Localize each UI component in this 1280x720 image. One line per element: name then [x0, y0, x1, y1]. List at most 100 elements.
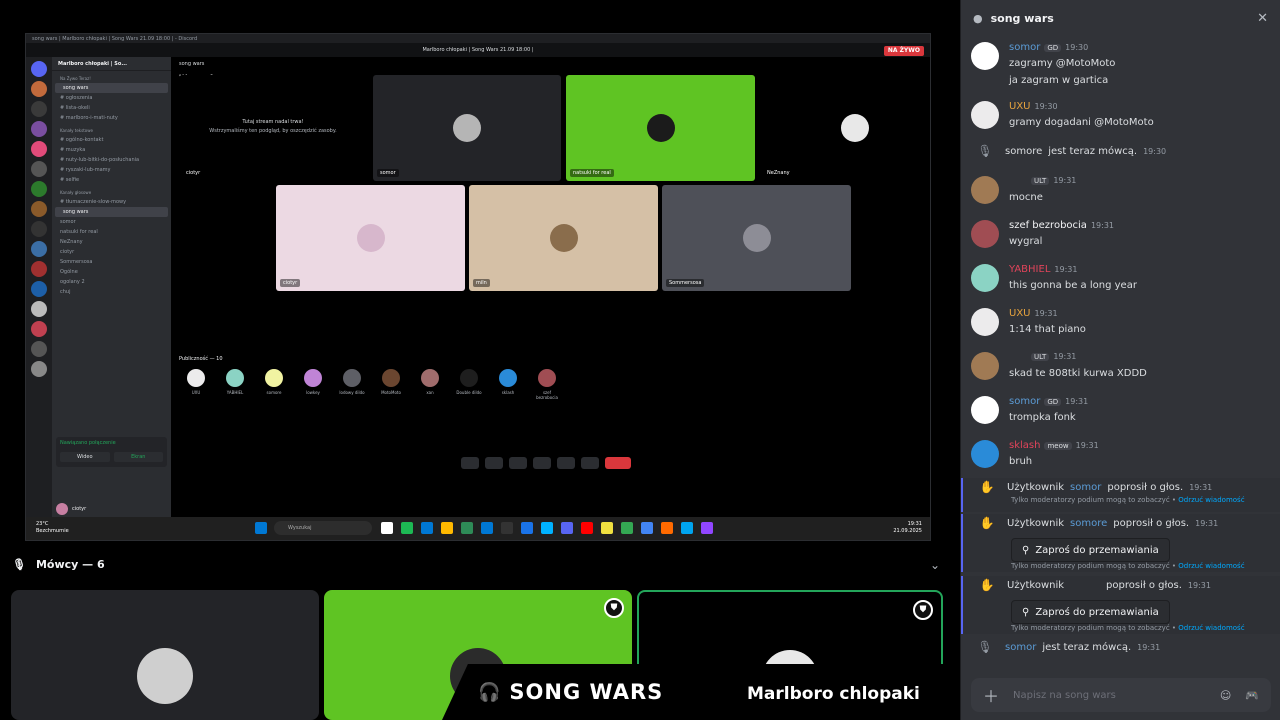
camera-button[interactable]: [485, 457, 503, 469]
taskbar-app-icon[interactable]: [381, 522, 393, 534]
channel-item[interactable]: # selfie: [52, 175, 171, 185]
disconnect-button[interactable]: [605, 457, 631, 469]
avatar[interactable]: [971, 264, 999, 292]
audience-member[interactable]: UXU: [181, 369, 211, 395]
channel-item[interactable]: # marlboro-i-mati-nuty: [52, 113, 171, 123]
server-icon[interactable]: [31, 121, 47, 137]
more-button[interactable]: [581, 457, 599, 469]
channel-item[interactable]: NeZnany: [52, 237, 171, 247]
dismiss-message-link[interactable]: Odrzuć wiadomość: [1178, 624, 1244, 632]
taskbar-app-icon[interactable]: [521, 522, 533, 534]
author-name[interactable]: UXU: [1009, 101, 1031, 112]
server-icon[interactable]: [31, 201, 47, 217]
taskbar-app-icon[interactable]: [681, 522, 693, 534]
author-name[interactable]: sklash: [1009, 440, 1040, 451]
plus-icon[interactable]: ＋: [983, 683, 999, 707]
avatar[interactable]: [971, 220, 999, 248]
soundboard-button[interactable]: [557, 457, 575, 469]
server-name[interactable]: Marlboro chłopaki | So...: [52, 57, 171, 71]
channel-item[interactable]: # ryszaki-lub-mamy: [52, 165, 171, 175]
server-icon[interactable]: [31, 101, 47, 117]
system-user[interactable]: somor: [1005, 642, 1036, 653]
taskbar-app-icon[interactable]: [481, 522, 493, 534]
activities-button[interactable]: [533, 457, 551, 469]
channel-item[interactable]: Ogólne: [52, 267, 171, 277]
invite-to-speak-button[interactable]: ⚲ Zaproś do przemawiania: [1011, 538, 1170, 562]
server-icon[interactable]: [31, 81, 47, 97]
request-user[interactable]: somore: [1070, 518, 1107, 529]
channel-item[interactable]: # tłumaczenie-slow-mowy: [52, 197, 171, 207]
chat-input[interactable]: ＋ Napisz na song wars ☺ 🎮: [971, 678, 1271, 712]
stream-tile[interactable]: ciotyr: [276, 185, 465, 291]
channel-item[interactable]: song wars: [55, 207, 168, 217]
taskbar-app-icon[interactable]: [501, 522, 513, 534]
avatar[interactable]: [971, 101, 999, 129]
author-name[interactable]: YABHIEL: [1009, 264, 1050, 275]
stream-tile[interactable]: somor: [373, 75, 561, 181]
avatar[interactable]: [971, 352, 999, 380]
chevron-down-icon[interactable]: ⌄: [930, 558, 940, 572]
channel-item[interactable]: chuj: [52, 287, 171, 297]
channel-item[interactable]: natsuki for real: [52, 227, 171, 237]
avatar[interactable]: [971, 42, 999, 70]
stream-tile[interactable]: Sommersosa: [662, 185, 851, 291]
taskbar-app-icon[interactable]: [641, 522, 653, 534]
server-icon[interactable]: [31, 141, 47, 157]
audience-member[interactable]: Double dildo: [454, 369, 484, 395]
taskbar-app-icon[interactable]: [461, 522, 473, 534]
server-icon[interactable]: [31, 301, 47, 317]
taskbar-app-icon[interactable]: [561, 522, 573, 534]
avatar[interactable]: [971, 396, 999, 424]
channel-item[interactable]: ciotyr: [52, 247, 171, 257]
channel-item[interactable]: # nuty-lub-bitki-do-posłuchania: [52, 155, 171, 165]
audience-member[interactable]: szef bezrobocia: [532, 369, 562, 400]
taskbar-search[interactable]: Wyszukaj: [274, 521, 372, 535]
avatar[interactable]: [971, 308, 999, 336]
screen-button[interactable]: Ekran: [113, 452, 163, 462]
stream-tile[interactable]: miln: [469, 185, 658, 291]
dismiss-message-link[interactable]: Odrzuć wiadomość: [1178, 562, 1244, 570]
channel-item[interactable]: # ogólno-kontakt: [52, 135, 171, 145]
taskbar-app-icon[interactable]: [441, 522, 453, 534]
author-name[interactable]: somor: [1009, 42, 1040, 53]
channel-item[interactable]: # ogłoszenia: [52, 93, 171, 103]
server-icon[interactable]: [31, 161, 47, 177]
start-icon[interactable]: [255, 522, 267, 534]
taskbar-app-icon[interactable]: [581, 522, 593, 534]
channel-item[interactable]: song wars: [55, 83, 168, 93]
taskbar-app-icon[interactable]: [541, 522, 553, 534]
author-name[interactable]: somor: [1009, 396, 1040, 407]
stream-tile[interactable]: Tutaj stream nadal trwa! Wstrzymaliśmy te…: [179, 75, 367, 181]
channel-item[interactable]: ogolany 2: [52, 277, 171, 287]
dismiss-message-link[interactable]: Odrzuć wiadomość: [1178, 496, 1244, 504]
close-icon[interactable]: ✕: [1257, 11, 1268, 26]
server-icon[interactable]: [31, 221, 47, 237]
mic-button[interactable]: [461, 457, 479, 469]
taskbar-app-icon[interactable]: [701, 522, 713, 534]
stream-tile[interactable]: natsuki for real: [566, 75, 755, 181]
taskbar-app-icon[interactable]: [601, 522, 613, 534]
audience-member[interactable]: lowkey: [298, 369, 328, 395]
audience-member[interactable]: xan: [415, 369, 445, 395]
author-name[interactable]: szef bezrobocia: [1009, 220, 1087, 231]
avatar[interactable]: [971, 176, 999, 204]
avatar[interactable]: [971, 440, 999, 468]
server-icon[interactable]: [31, 61, 47, 77]
stream-tile[interactable]: NeZnany: [760, 75, 930, 181]
server-icon[interactable]: [31, 281, 47, 297]
server-icon[interactable]: [31, 341, 47, 357]
author-name[interactable]: UXU: [1009, 308, 1031, 319]
server-icon[interactable]: [31, 261, 47, 277]
taskbar-app-icon[interactable]: [401, 522, 413, 534]
taskbar-clock[interactable]: 19:31 21.09.2025: [893, 521, 922, 535]
gamepad-icon[interactable]: 🎮: [1245, 689, 1259, 702]
taskbar-app-icon[interactable]: [661, 522, 673, 534]
channel-item[interactable]: # lista-okeli: [52, 103, 171, 113]
video-button[interactable]: Wideo: [60, 452, 110, 462]
shared-screen[interactable]: song wars | Marlboro chłopaki | Song War…: [25, 33, 931, 541]
server-icon[interactable]: [31, 361, 47, 377]
audience-member[interactable]: YABHIEL: [220, 369, 250, 395]
channel-item[interactable]: Sommersosa: [52, 257, 171, 267]
request-user[interactable]: somor: [1070, 482, 1101, 493]
taskbar-app-icon[interactable]: [421, 522, 433, 534]
